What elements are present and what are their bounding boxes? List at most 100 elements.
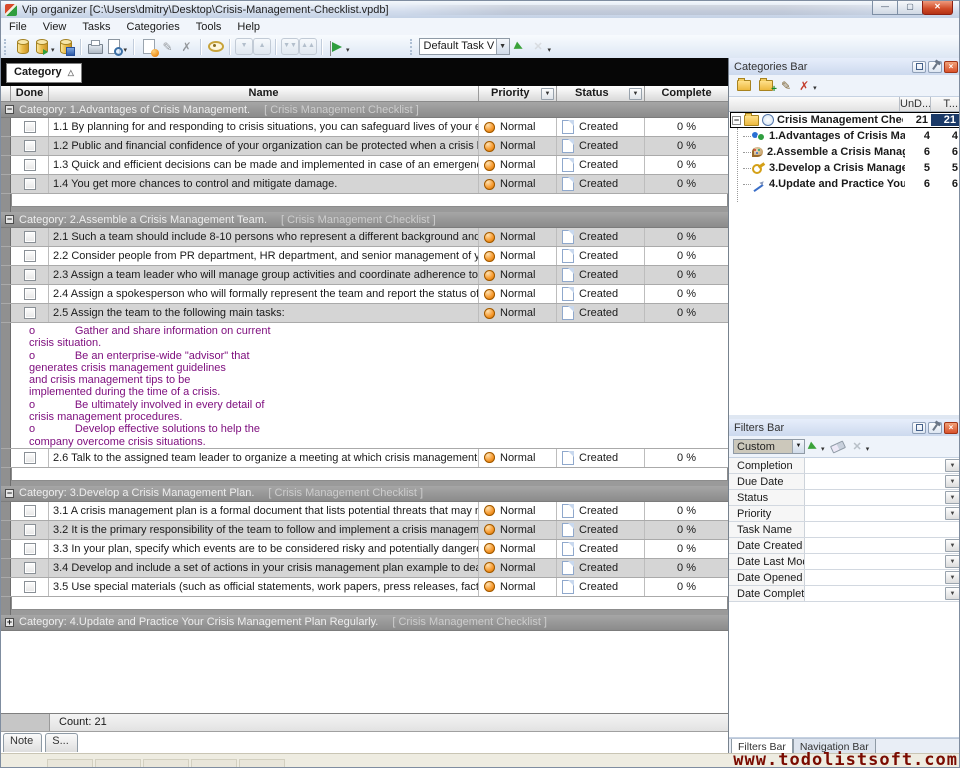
row-selector[interactable] [1,194,11,212]
remove-filter-button[interactable]: ✕ [853,440,862,453]
task-row[interactable]: 1.3 Quick and efficient decisions can be… [1,156,728,175]
task-view-combobox[interactable]: Default Task V ▼ [419,38,510,55]
categories-toolbar-caret[interactable]: ▾ [813,84,817,92]
filter-value-field[interactable] [805,490,945,505]
task-row[interactable]: 3.1 A crisis management plan is a formal… [1,502,728,521]
collapse-icon[interactable]: − [5,105,14,114]
apply-filter-caret[interactable]: ▾ [821,445,825,453]
task-row[interactable]: 3.4 Develop and include a set of actions… [1,559,728,578]
column-header-complete[interactable]: Complete [645,86,728,101]
delete-category-button[interactable]: ✗ [799,80,809,92]
filter-preset-combobox[interactable]: Custom ▼ [733,439,805,454]
print-preview-button[interactable] [105,37,124,56]
close-panel-button[interactable]: × [944,422,958,434]
filter-value-field[interactable] [805,522,960,537]
new-task-list-button[interactable] [737,80,751,91]
highlight-flag-button[interactable] [327,37,346,56]
tree-category-item[interactable]: 3.Develop a Crisis Managemen55 [729,160,960,176]
row-selector[interactable] [1,247,11,265]
row-selector[interactable] [1,540,11,558]
task-row[interactable]: 3.2 It is the primary responsibility of … [1,521,728,540]
menu-item-categories[interactable]: Categories [119,20,188,34]
menu-item-tools[interactable]: Tools [188,20,230,34]
apply-filter-button[interactable] [808,441,819,452]
menu-item-help[interactable]: Help [229,20,268,34]
done-checkbox[interactable] [24,452,36,464]
filter-dropdown-button[interactable]: ▼ [945,475,960,488]
row-selector[interactable] [1,175,11,193]
row-selector[interactable] [1,266,11,284]
done-checkbox[interactable] [24,288,36,300]
task-row[interactable]: 3.3 In your plan, specify which events a… [1,540,728,559]
save-database-button[interactable] [57,37,76,56]
tree-column-total[interactable]: T... [930,97,960,111]
filter-dropdown-button[interactable]: ▼ [945,571,960,584]
done-checkbox[interactable] [24,159,36,171]
column-header-priority[interactable]: Priority▼ [479,86,557,101]
tree-column-undone[interactable]: UnD... [899,97,930,111]
menu-item-tasks[interactable]: Tasks [74,20,118,34]
filter-value-field[interactable] [805,474,945,489]
minimize-button[interactable]: — [872,1,898,15]
menu-item-view[interactable]: View [35,20,75,34]
tab-s[interactable]: S... [45,733,78,752]
menu-item-file[interactable]: File [1,20,35,34]
column-header-name[interactable]: Name [49,86,479,101]
task-row[interactable]: 2.5 Assign the team to the following mai… [1,304,728,323]
flag-dropdown-caret[interactable]: ▾ [346,46,350,54]
tree-category-item[interactable]: 1.Advantages of Crisis Manage44 [729,128,960,144]
done-checkbox[interactable] [24,505,36,517]
pin-panel-button[interactable] [928,61,942,73]
column-header-done[interactable]: Done [11,86,49,101]
category-row[interactable]: +Category: 4.Update and Practice Your Cr… [1,615,728,631]
status-filter-dropdown[interactable]: ▼ [629,88,642,100]
toolbar-drag-handle[interactable] [4,39,9,55]
tree-root-item[interactable]: −Crisis Management Checklist2121 [730,112,960,128]
done-checkbox[interactable] [24,269,36,281]
filter-dropdown-button[interactable]: ▼ [945,507,960,520]
row-selector[interactable] [1,559,11,577]
done-checkbox[interactable] [24,140,36,152]
combobox-dropdown-button[interactable]: ▼ [496,39,509,54]
done-checkbox[interactable] [24,121,36,133]
close-button[interactable]: ✕ [922,1,953,15]
task-row[interactable]: 2.1 Such a team should include 8-10 pers… [1,228,728,247]
filter-dropdown-button[interactable]: ▼ [945,539,960,552]
clear-view-button[interactable]: ✕ [529,37,548,56]
task-row[interactable]: 2.3 Assign a team leader who will manage… [1,266,728,285]
print-button[interactable] [86,37,105,56]
done-checkbox[interactable] [24,307,36,319]
clear-filter-button[interactable] [829,440,845,453]
filter-value-field[interactable] [805,506,945,521]
move-up-button[interactable]: ▲ [253,38,271,55]
row-selector[interactable] [1,285,11,303]
new-database-button[interactable] [13,37,32,56]
column-header-status[interactable]: Status▼ [557,86,645,101]
row-selector[interactable] [1,502,11,520]
group-by-category-tab[interactable]: Category△ [6,63,82,83]
move-down-button[interactable]: ▼ [235,38,253,55]
print-dropdown-caret[interactable]: ▾ [124,46,128,54]
filter-value-field[interactable] [805,538,945,553]
filter-preset-dropdown[interactable]: ▼ [792,440,804,453]
row-selector[interactable] [1,304,11,322]
move-top-button[interactable]: ▲▲ [299,38,317,55]
row-selector[interactable] [1,468,11,486]
new-task-button[interactable] [139,37,158,56]
task-row[interactable]: 3.5 Use special materials (such as offic… [1,578,728,597]
filter-value-field[interactable] [805,458,945,473]
done-checkbox[interactable] [24,581,36,593]
pin-panel-button[interactable] [928,422,942,434]
done-checkbox[interactable] [24,250,36,262]
done-checkbox[interactable] [24,562,36,574]
filter-dropdown-button[interactable]: ▼ [945,555,960,568]
tree-category-item[interactable]: 2.Assemble a Crisis Manageme66 [729,144,960,160]
row-selector[interactable] [1,137,11,155]
filter-value-field[interactable] [805,570,945,585]
row-selector[interactable] [1,578,11,596]
close-panel-button[interactable]: × [944,61,958,73]
filter-dropdown-button[interactable]: ▼ [945,491,960,504]
row-selector[interactable] [1,521,11,539]
filters-toolbar-caret[interactable]: ▾ [866,445,870,453]
edit-task-button[interactable]: ✎ [158,37,177,56]
